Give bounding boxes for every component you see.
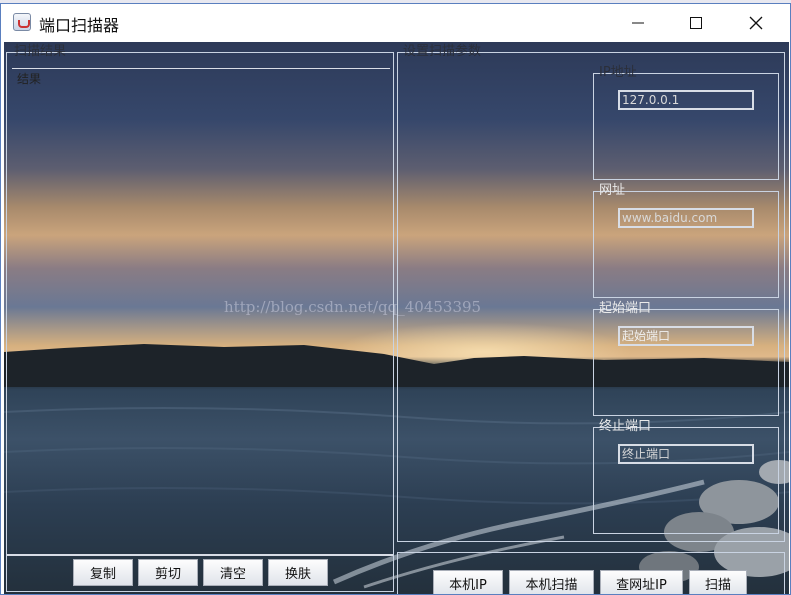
watermark: http://blog.csdn.net/qq_40453395	[224, 298, 482, 316]
start-port-group: 起始端口 起始端口	[593, 301, 779, 416]
end-port-group: 终止端口 终止端口	[593, 419, 779, 534]
local-ip-button[interactable]: 本机IP	[433, 570, 503, 594]
start-port-title: 起始端口	[599, 301, 652, 316]
scan-results-group: 扫描结果 结果 复制 剪切 清空 换肤	[6, 44, 394, 592]
url-title: 网址	[599, 183, 626, 198]
maximize-icon	[690, 16, 702, 29]
url-group: 网址 www.baidu.com	[593, 183, 779, 298]
ip-address-group: IP地址 127.0.0.1	[593, 65, 779, 180]
scan-button[interactable]: 扫描	[689, 570, 747, 594]
cut-button[interactable]: 剪切	[138, 559, 198, 586]
scan-actions-group: 本机IP 本机扫描 查网址IP 扫描	[397, 552, 785, 594]
scan-results-title: 扫描结果	[14, 44, 67, 59]
close-button[interactable]	[730, 4, 782, 41]
scan-settings-title: 设置扫描参数	[403, 44, 482, 59]
title-bar: 端口扫描器	[1, 4, 790, 41]
results-footer-line	[7, 554, 393, 556]
clear-button[interactable]: 清空	[203, 559, 263, 586]
lookup-url-ip-button[interactable]: 查网址IP	[600, 570, 683, 594]
ip-address-input[interactable]: 127.0.0.1	[618, 90, 754, 110]
scan-settings-group: 设置扫描参数 IP地址 127.0.0.1 网址 www.baidu.com 起…	[397, 44, 785, 542]
copy-button[interactable]: 复制	[73, 559, 133, 586]
java-cup-icon	[13, 13, 31, 31]
results-header-line	[12, 68, 390, 69]
content-area: 扫描结果 结果 复制 剪切 清空 换肤 设置扫描参数 IP地址 127.0.0.…	[4, 42, 789, 594]
maximize-button[interactable]	[670, 4, 722, 41]
app-window: 端口扫描器 扫描结果 结果 复制 剪切 清空 换肤 设置扫描参数 IP地址 12…	[0, 3, 791, 595]
close-icon	[749, 16, 763, 29]
start-port-input[interactable]: 起始端口	[618, 326, 754, 346]
end-port-title: 终止端口	[599, 419, 652, 434]
end-port-input[interactable]: 终止端口	[618, 444, 754, 464]
minimize-icon	[632, 22, 644, 23]
results-header: 结果	[17, 72, 42, 86]
local-scan-button[interactable]: 本机扫描	[509, 570, 594, 594]
url-input[interactable]: www.baidu.com	[618, 208, 754, 228]
window-title: 端口扫描器	[39, 16, 120, 35]
skin-button[interactable]: 换肤	[268, 559, 328, 586]
minimize-button[interactable]	[612, 4, 664, 41]
ip-address-title: IP地址	[599, 65, 637, 80]
